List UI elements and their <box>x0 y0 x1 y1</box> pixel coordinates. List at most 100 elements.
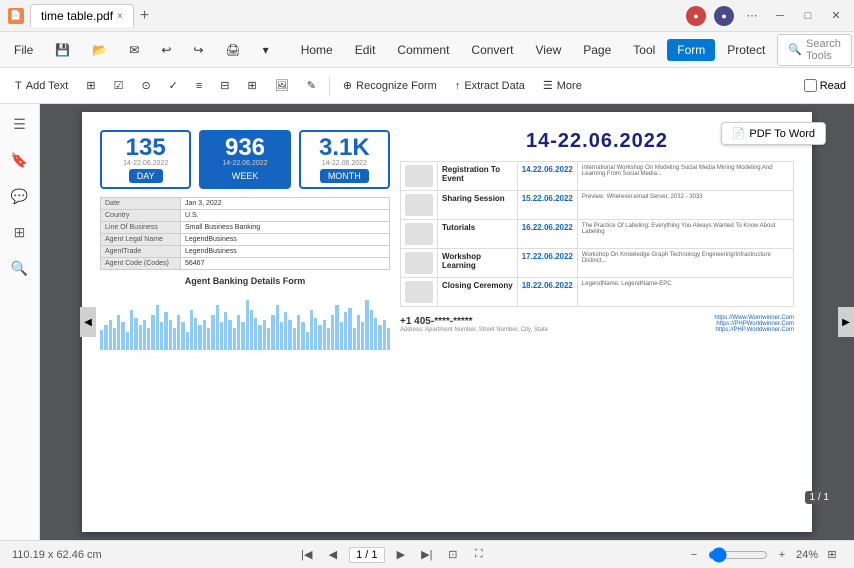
search-tools[interactable]: 🔍 Search Tools <box>777 34 852 66</box>
full-screen-icon[interactable]: ⛶ <box>469 545 489 565</box>
stats-row: 135 14-22.06.2022 DAY 936 14-22.06.2022 … <box>100 130 390 189</box>
menu-convert[interactable]: Convert <box>461 39 523 61</box>
sidebar-icon-comment[interactable]: 💬 <box>8 184 32 208</box>
zoom-in-button[interactable]: + <box>772 545 792 565</box>
last-page-button[interactable]: ▶| <box>417 545 437 565</box>
chart-bar <box>353 328 356 350</box>
close-tab-button[interactable]: × <box>117 11 123 22</box>
select-area-button[interactable]: ⊞ <box>79 76 102 95</box>
chart-bar <box>288 320 291 350</box>
contact-phone: +1 405-****-***** <box>400 316 548 327</box>
event-desc-4: Workshop On Knowledge Graph Technology E… <box>582 252 789 264</box>
menu-dropdown-icon[interactable]: ▾ <box>253 39 279 61</box>
maximize-button[interactable]: □ <box>798 6 818 26</box>
more-options-icon[interactable]: ⋯ <box>742 6 762 26</box>
event-thumb-1 <box>405 165 433 187</box>
minimize-button[interactable]: ─ <box>770 6 790 26</box>
page-dimensions: 110.19 x 62.46 cm <box>12 549 102 561</box>
chart-bar <box>301 322 304 350</box>
event-desc-1: International Workshop On Modeling Socia… <box>582 165 789 177</box>
more-button[interactable]: ☰ More <box>536 76 589 95</box>
zoom-slider[interactable] <box>708 547 768 563</box>
menu-redo-icon[interactable]: ↪ <box>183 39 213 61</box>
read-checkbox[interactable] <box>804 79 817 92</box>
tab-area: time table.pdf × + <box>30 4 153 27</box>
select-icon: ⊞ <box>86 79 95 92</box>
chart-bar <box>139 325 142 350</box>
split-view-icon[interactable]: ⊡ <box>443 545 463 565</box>
chart-area: Agent Banking Details Form <box>100 276 390 350</box>
sidebar-icon-pages[interactable]: ⊞ <box>8 220 32 244</box>
left-collapse-arrow[interactable]: ◀ <box>80 307 96 337</box>
event-date-2: 15.22.06.2022 <box>522 194 573 203</box>
month-button[interactable]: MONTH <box>320 169 369 183</box>
menu-form[interactable]: Form <box>667 39 715 61</box>
next-page-button[interactable]: ▶ <box>391 545 411 565</box>
pdf-to-word-button[interactable]: 📄 PDF To Word <box>721 122 826 145</box>
fit-page-button[interactable]: ⊞ <box>822 545 842 565</box>
week-button[interactable]: WEEK <box>224 169 267 183</box>
checkbox-button[interactable]: ☑ <box>107 76 131 95</box>
extract-icon: ↑ <box>455 80 461 92</box>
sidebar-icon-search[interactable]: 🔍 <box>8 256 32 280</box>
chart-bar <box>348 308 351 350</box>
menu-protect[interactable]: Protect <box>717 39 775 61</box>
recognize-form-button[interactable]: ⊕ Recognize Form <box>336 76 444 95</box>
sidebar-icon-bookmark[interactable]: 🔖 <box>8 148 32 172</box>
menu-save-icon[interactable]: 💾 <box>45 39 80 61</box>
check-button[interactable]: ✓ <box>162 76 185 95</box>
chart-bar <box>246 300 249 350</box>
chart-bar <box>190 310 193 350</box>
text-icon: T <box>15 80 22 92</box>
day-button[interactable]: DAY <box>129 169 163 183</box>
event-date-5: 18.22.06.2022 <box>522 281 573 290</box>
add-tab-button[interactable]: + <box>136 7 153 25</box>
chart-bars <box>100 290 390 350</box>
menu-email-icon[interactable]: ✉ <box>119 39 149 61</box>
sidebar-icon-hand[interactable]: ☰ <box>8 112 32 136</box>
form-field-button[interactable]: ⊟ <box>213 76 236 95</box>
read-checkbox-label[interactable]: Read <box>804 79 846 92</box>
event-name-3: Tutorials <box>442 223 513 232</box>
radio-button[interactable]: ⊙ <box>134 76 157 95</box>
page-input[interactable] <box>349 547 385 563</box>
zoom-out-button[interactable]: − <box>684 545 704 565</box>
event-date-3: 16.22.06.2022 <box>522 223 573 232</box>
chart-bar <box>365 300 368 350</box>
align-button[interactable]: ⊞ <box>241 76 264 95</box>
chart-bar <box>164 312 167 350</box>
profile-icon-1[interactable]: ● <box>686 6 706 26</box>
menu-open-icon[interactable]: 📂 <box>82 39 117 61</box>
menu-home[interactable]: Home <box>291 39 343 61</box>
menu-print-icon[interactable]: 🖨 <box>215 39 250 61</box>
profile-icon-2[interactable]: ● <box>714 6 734 26</box>
checkbox-icon: ☑ <box>114 79 124 92</box>
status-bar: 110.19 x 62.46 cm |◀ ◀ ▶ ▶| ⊡ ⛶ − + 24% … <box>0 540 854 568</box>
chart-bar <box>207 328 210 350</box>
chart-bar <box>387 328 390 350</box>
first-page-button[interactable]: |◀ <box>297 545 317 565</box>
right-collapse-arrow[interactable]: ▶ <box>838 307 854 337</box>
extract-data-button[interactable]: ↑ Extract Data <box>448 77 532 95</box>
window-controls: ● ● ⋯ ─ □ ✕ <box>686 6 846 26</box>
search-tools-label: Search Tools <box>806 38 841 62</box>
menu-view[interactable]: View <box>525 39 571 61</box>
pdf-icon: 📄 <box>732 127 746 140</box>
chart-bar <box>318 325 321 350</box>
stat-week-date: 14-22.06.2022 <box>209 160 280 167</box>
chart-bar <box>241 322 244 350</box>
menu-undo-icon[interactable]: ↩ <box>151 39 181 61</box>
menu-page[interactable]: Page <box>573 39 621 61</box>
signature-button[interactable]: ✎ <box>300 76 323 95</box>
text-field-button[interactable]: ≡ <box>189 77 209 95</box>
prev-page-button[interactable]: ◀ <box>323 545 343 565</box>
active-tab[interactable]: time table.pdf × <box>30 4 134 27</box>
menu-tool[interactable]: Tool <box>623 39 665 61</box>
close-button[interactable]: ✕ <box>826 6 846 26</box>
menu-comment[interactable]: Comment <box>387 39 459 61</box>
menu-edit[interactable]: Edit <box>345 39 386 61</box>
add-text-button[interactable]: T Add Text <box>8 77 75 95</box>
image-button[interactable]: 🖼 <box>268 76 296 95</box>
field-label-country: Country <box>101 210 181 222</box>
menu-file[interactable]: File <box>4 39 43 61</box>
